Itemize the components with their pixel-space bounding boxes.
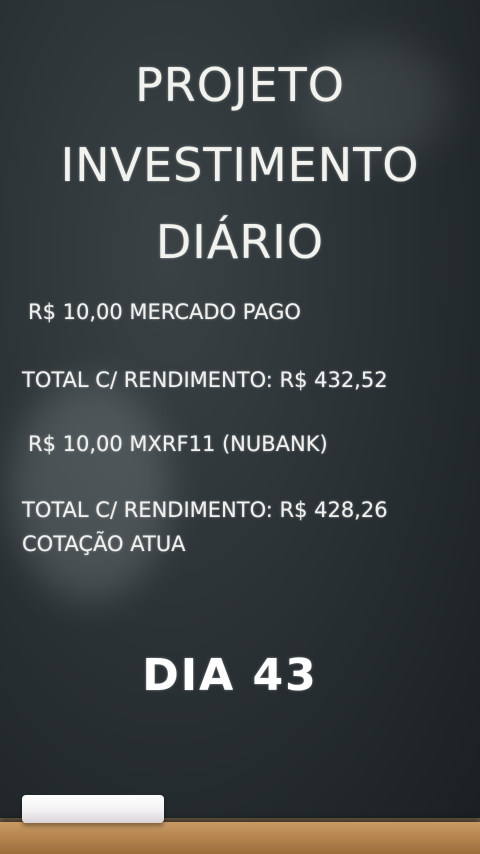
entry-mercado-pago: R$ 10,00 MERCADO PAGO — [28, 300, 301, 324]
entry-cotacao: COTAÇÃO ATUA — [22, 532, 186, 556]
chalk-stick — [22, 795, 164, 823]
title-line-3: DIÁRIO — [155, 215, 325, 269]
title-line-1: PROJETO — [135, 58, 345, 112]
entry-total-1: TOTAL C/ RENDIMENTO: R$ 432,52 — [22, 368, 388, 392]
entry-total-2: TOTAL C/ RENDIMENTO: R$ 428,26 — [22, 498, 388, 522]
chalk-smudge — [10, 380, 170, 600]
title-line-2: INVESTIMENTO — [60, 138, 420, 192]
chalk-tray — [0, 822, 480, 854]
entry-mxrf11: R$ 10,00 MXRF11 (NUBANK) — [28, 432, 328, 456]
day-label: DIA 43 — [142, 650, 318, 701]
